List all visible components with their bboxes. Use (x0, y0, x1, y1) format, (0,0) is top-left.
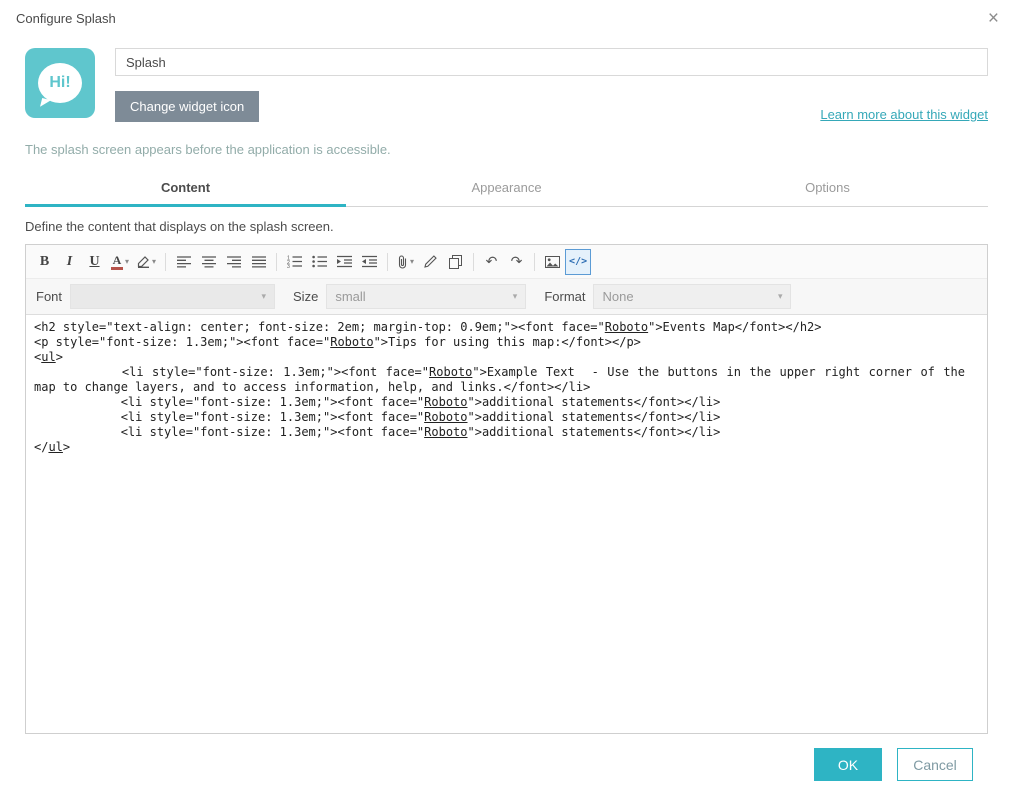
format-label: Format (544, 289, 586, 304)
chevron-down-icon: ▾ (410, 257, 415, 266)
ok-button[interactable]: OK (814, 748, 882, 781)
rich-text-editor: B I U A ▾ ▾ 1 2 3 ▾ ↶ ↷ </> Font ▾ Size … (25, 244, 988, 734)
learn-more-link[interactable]: Learn more about this widget (820, 107, 988, 122)
highlight-icon (137, 255, 150, 268)
splash-description: The splash screen appears before the app… (25, 142, 391, 157)
toolbar-separator (165, 252, 167, 271)
underline-icon: U (89, 253, 100, 269)
toolbar-separator (473, 252, 475, 271)
widget-fields: Change widget icon Learn more about this… (115, 48, 988, 122)
widget-header-row: Hi! Change widget icon Learn more about … (25, 48, 988, 122)
font-color-button[interactable]: A ▾ (107, 249, 133, 275)
outdent-icon (362, 255, 378, 268)
align-right-button[interactable] (221, 249, 246, 275)
tab-appearance[interactable]: Appearance (346, 172, 667, 206)
editor-format-bar: Font ▾ Size small ▾ Format None ▾ (26, 279, 987, 315)
unordered-list-icon (312, 255, 328, 268)
copy-button[interactable] (443, 249, 468, 275)
align-left-icon (176, 255, 191, 268)
attach-icon (397, 254, 408, 269)
speech-bubble-icon: Hi! (38, 63, 82, 109)
change-widget-icon-button[interactable]: Change widget icon (115, 91, 260, 122)
dialog-title: Configure Splash (16, 10, 116, 26)
configure-splash-dialog: Configure Splash × Hi! Change widget ico… (0, 0, 1013, 781)
html-source-icon: </> (569, 256, 588, 267)
ordered-list-button[interactable]: 123 (282, 249, 307, 275)
toolbar-separator (387, 252, 389, 271)
dialog-body: Hi! Change widget icon Learn more about … (0, 36, 1013, 781)
tab-options[interactable]: Options (667, 172, 988, 206)
font-color-icon: A (111, 254, 123, 270)
bold-button[interactable]: B (32, 249, 57, 275)
format-paint-icon (424, 255, 437, 268)
undo-icon: ↶ (485, 253, 498, 269)
dialog-footer: OK Cancel (25, 748, 988, 781)
widget-icon-text: Hi! (49, 74, 71, 91)
widget-actions: Change widget icon Learn more about this… (115, 91, 988, 122)
cancel-button[interactable]: Cancel (897, 748, 973, 781)
editor-toolbar: B I U A ▾ ▾ 1 2 3 ▾ ↶ ↷ </> (26, 245, 987, 279)
font-select[interactable]: ▾ (70, 284, 276, 309)
content-instruction: Define the content that displays on the … (25, 219, 334, 234)
chevron-down-icon: ▾ (261, 291, 267, 301)
toolbar-separator (276, 252, 278, 271)
bold-icon: B (39, 253, 50, 269)
attach-button[interactable]: ▾ (393, 249, 418, 275)
widget-name-input[interactable] (115, 48, 988, 76)
html-source-button[interactable]: </> (565, 248, 592, 275)
chevron-down-icon: ▾ (125, 257, 130, 266)
image-button[interactable] (540, 249, 565, 275)
chevron-down-icon: ▾ (512, 291, 518, 301)
chevron-down-icon: ▾ (777, 291, 783, 301)
redo-icon: ↷ (510, 253, 523, 269)
dialog-header: Configure Splash × (0, 0, 1013, 36)
size-select[interactable]: small ▾ (326, 284, 527, 309)
italic-icon: I (66, 253, 73, 269)
speech-bubble-tail (40, 98, 51, 109)
editor-content[interactable]: <h2 style="text-align: center; font-size… (26, 315, 987, 733)
undo-button[interactable]: ↶ (479, 249, 504, 275)
align-center-icon (201, 255, 216, 268)
image-icon (545, 255, 561, 268)
font-label: Font (36, 289, 63, 304)
copy-icon (449, 254, 463, 269)
redo-button[interactable]: ↷ (504, 249, 529, 275)
italic-button[interactable]: I (57, 249, 82, 275)
chevron-down-icon: ▾ (152, 257, 157, 266)
indent-icon (337, 255, 353, 268)
svg-text:3: 3 (287, 264, 290, 268)
align-justify-icon (251, 255, 266, 268)
tab-bar: Content Appearance Options (25, 172, 988, 207)
format-paint-button[interactable] (418, 249, 443, 275)
size-label: Size (293, 289, 319, 304)
underline-button[interactable]: U (82, 249, 107, 275)
indent-button[interactable] (332, 249, 357, 275)
align-center-button[interactable] (196, 249, 221, 275)
format-select[interactable]: None ▾ (593, 284, 792, 309)
toolbar-separator (534, 252, 536, 271)
outdent-button[interactable] (357, 249, 382, 275)
unordered-list-button[interactable] (307, 249, 332, 275)
tab-content[interactable]: Content (25, 172, 346, 207)
close-icon[interactable]: × (988, 9, 999, 28)
align-right-icon (226, 255, 241, 268)
format-select-value: None (602, 289, 634, 304)
align-justify-button[interactable] (246, 249, 271, 275)
size-select-value: small (335, 289, 366, 304)
ordered-list-icon: 123 (287, 255, 303, 268)
highlight-button[interactable]: ▾ (133, 249, 160, 275)
widget-icon: Hi! (25, 48, 95, 118)
align-left-button[interactable] (171, 249, 196, 275)
